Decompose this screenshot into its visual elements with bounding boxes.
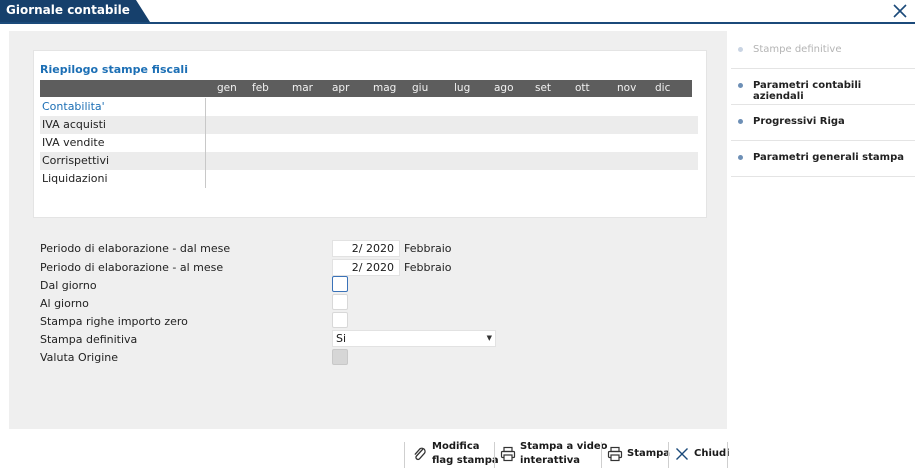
summary-row-liquidazioni[interactable]: Liquidazioni	[40, 170, 698, 188]
paperclip-icon	[414, 447, 426, 461]
from-day-field[interactable]	[332, 276, 348, 292]
window-title: Giornale contabile	[6, 3, 130, 17]
modify-flag-button[interactable]: Modifica flag stampa	[412, 438, 499, 470]
column-divider	[205, 98, 206, 116]
zero-rows-label: Stampa righe importo zero	[40, 315, 188, 328]
bullet-icon	[738, 83, 743, 88]
row-label: Corrispettivi	[42, 154, 110, 167]
month-header: nov	[617, 82, 637, 94]
row-label: Liquidazioni	[42, 172, 108, 185]
summary-title: Riepilogo stampe fiscali	[40, 63, 188, 76]
currency-field	[332, 349, 348, 365]
month-header: feb	[252, 82, 269, 94]
definitive-select[interactable]: Si ▼	[332, 330, 496, 347]
toolbar-divider	[668, 442, 669, 468]
summary-row-corrispettivi[interactable]: Corrispettivi	[40, 152, 698, 170]
period-from-label: Periodo di elaborazione - dal mese	[40, 242, 231, 255]
month-header: gen	[217, 82, 237, 94]
toolbar-divider	[601, 442, 602, 468]
months-header: gen feb mar apr mag giu lug ago set ott …	[40, 80, 692, 97]
toolbar-divider	[494, 442, 495, 468]
printer-icon	[607, 446, 623, 462]
side-item-stampe-definitive: Stampe definitive	[731, 33, 915, 69]
side-panel: Stampe definitive Parametri contabili az…	[731, 33, 915, 177]
side-item-progressivi-riga[interactable]: Progressivi Riga	[731, 105, 915, 141]
side-item-label: Stampe definitive	[753, 44, 842, 55]
video-label-1: Stampa a video	[520, 441, 608, 452]
definitive-value: Si	[336, 332, 347, 345]
summary-row-contabilita[interactable]: Contabilita'	[40, 98, 698, 116]
toolbar-divider	[404, 442, 405, 468]
month-header: ago	[494, 82, 514, 94]
summary-row-iva-acquisti[interactable]: IVA acquisti	[40, 116, 698, 134]
column-divider	[205, 170, 206, 188]
currency-label: Valuta Origine	[40, 351, 119, 364]
side-item-parametri-generali[interactable]: Parametri generali stampa	[731, 141, 915, 177]
close-button[interactable]: Chiudi	[674, 438, 730, 470]
video-label-2: interattiva	[520, 455, 581, 466]
period-from-month: Febbraio	[404, 242, 452, 255]
side-item-label: Parametri generali stampa	[753, 152, 904, 163]
chevron-down-icon: ▼	[486, 334, 492, 342]
period-to-month: Febbraio	[404, 261, 452, 274]
close-icon	[676, 448, 688, 460]
month-header: apr	[332, 82, 350, 94]
side-item-label: Progressivi Riga	[753, 116, 845, 127]
period-to-label: Periodo di elaborazione - al mese	[40, 261, 224, 274]
modify-label-1: Modifica	[432, 441, 480, 452]
definitive-label: Stampa definitiva	[40, 333, 138, 346]
bullet-icon	[738, 119, 743, 124]
row-label: IVA acquisti	[42, 118, 106, 131]
month-header: set	[535, 82, 552, 94]
month-header: lug	[454, 82, 471, 94]
month-header: mag	[373, 82, 397, 94]
period-from-field[interactable]: 2/ 2020	[332, 240, 400, 257]
period-to-field[interactable]: 2/ 2020	[332, 259, 400, 276]
column-divider	[205, 152, 206, 170]
column-divider	[205, 134, 206, 152]
from-day-label: Dal giorno	[40, 279, 97, 292]
zero-rows-field[interactable]	[332, 312, 348, 328]
month-header: mar	[292, 82, 313, 94]
to-day-field[interactable]	[332, 294, 348, 310]
side-item-label: Parametri contabili aziendali	[753, 80, 862, 102]
column-divider	[205, 116, 206, 134]
print-button[interactable]: Stampa	[607, 438, 670, 470]
printer-icon	[500, 446, 516, 462]
row-label: IVA vendite	[42, 136, 105, 149]
print-label: Stampa	[627, 448, 671, 459]
row-label: Contabilita'	[42, 100, 105, 113]
fiscal-summary-card: Riepilogo stampe fiscali gen feb mar apr…	[33, 50, 707, 218]
toolbar-divider	[727, 442, 728, 468]
month-header: ott	[575, 82, 590, 94]
month-header: giu	[412, 82, 429, 94]
to-day-label: Al giorno	[40, 297, 89, 310]
side-item-parametri-contabili[interactable]: Parametri contabili aziendali	[731, 69, 915, 105]
main-panel: Riepilogo stampe fiscali gen feb mar apr…	[9, 31, 727, 429]
close-label: Chiudi	[694, 448, 730, 459]
month-header: dic	[655, 82, 671, 94]
video-print-button[interactable]: Stampa a video interattiva	[500, 438, 608, 470]
title-bar: Giornale contabile	[0, 0, 915, 24]
bullet-icon	[738, 47, 743, 52]
bullet-icon	[738, 155, 743, 160]
modify-label-2: flag stampa	[432, 455, 499, 466]
summary-row-iva-vendite[interactable]: IVA vendite	[40, 134, 698, 152]
close-icon[interactable]	[891, 2, 909, 20]
